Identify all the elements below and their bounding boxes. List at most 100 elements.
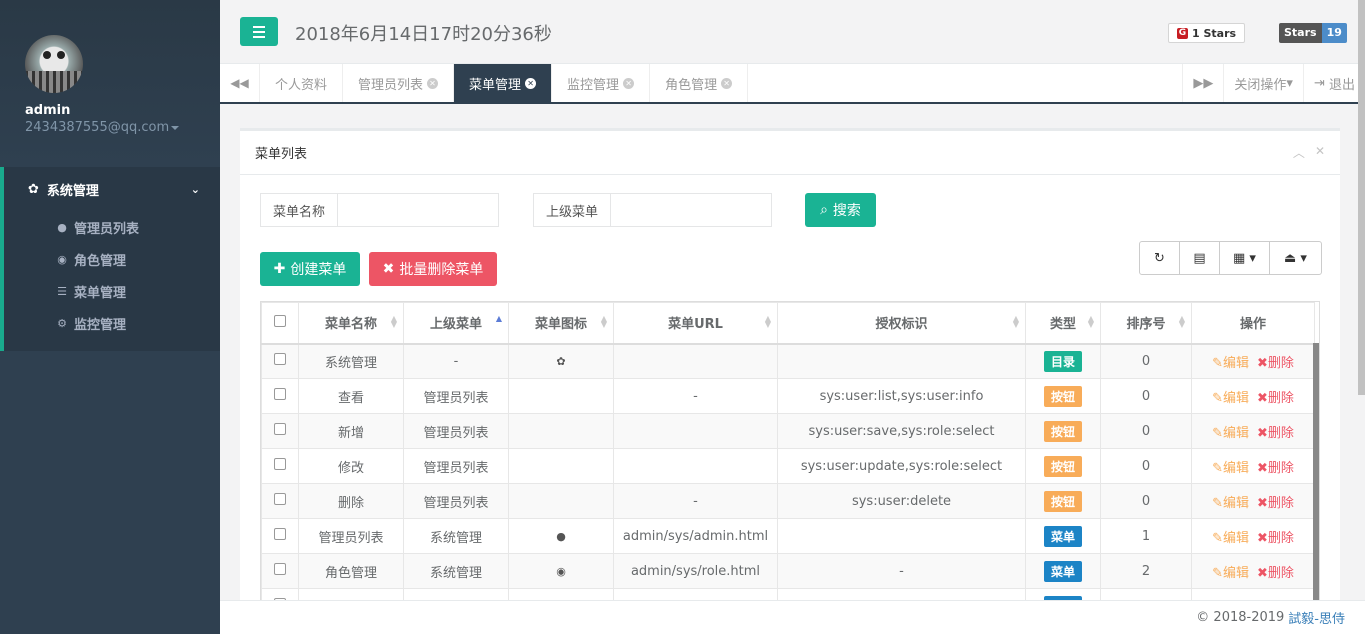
cell-icon — [508, 413, 614, 449]
cell-parent: 管理员列表 — [403, 378, 509, 414]
user-icon: ● — [556, 529, 566, 543]
tab-label: 管理员列表 — [358, 77, 424, 93]
tab-scroll-left-button[interactable]: ◀◀ — [220, 64, 260, 102]
edit-link[interactable]: ✎编辑 — [1212, 426, 1249, 441]
delete-link[interactable]: ✖删除 — [1257, 496, 1294, 511]
edit-link[interactable]: ✎编辑 — [1212, 391, 1249, 406]
menu-table: 菜单名称 ▲ ▼ 上级菜单 ▲ 菜单图标 ▲ ▼ 菜单URL ▲ ▼ 授权标识 ▲ ▼ 类型 ▲ ▼ … — [261, 302, 1315, 610]
edit-link[interactable]: ✎编辑 — [1212, 461, 1249, 476]
close-icon[interactable]: ✕ — [427, 77, 439, 89]
column-header[interactable]: 菜单图标 ▲ ▼ — [508, 302, 614, 345]
row-checkbox[interactable] — [261, 448, 299, 484]
avatar[interactable] — [25, 35, 83, 93]
nav-section-label: 系统管理 — [46, 183, 99, 199]
tab-role[interactable]: 角色管理 ✕ — [650, 64, 749, 102]
edit-link[interactable]: ✎编辑 — [1212, 531, 1249, 546]
sidebar-item-menu[interactable]: ☰ 菜单管理 — [4, 275, 220, 307]
column-header[interactable]: 授权标识 ▲ ▼ — [777, 302, 1026, 345]
row-checkbox[interactable] — [261, 378, 299, 414]
tab-menu[interactable]: 菜单管理 ✕ — [454, 64, 553, 102]
edit-label: 编辑 — [1222, 425, 1249, 441]
delete-label: 删除 — [1267, 460, 1294, 476]
tab-monitor[interactable]: 监控管理 ✕ — [552, 64, 651, 102]
close-icon[interactable]: ✕ — [623, 77, 635, 89]
column-header[interactable]: 菜单名称 ▲ ▼ — [298, 302, 404, 345]
grid-icon: ▦ ▾ — [1233, 250, 1256, 266]
delete-link[interactable]: ✖删除 — [1257, 426, 1294, 441]
row-checkbox[interactable] — [261, 518, 299, 554]
export-icon: ⏏ ▾ — [1284, 250, 1307, 266]
delete-link[interactable]: ✖删除 — [1257, 461, 1294, 476]
edit-link[interactable]: ✎编辑 — [1212, 356, 1249, 371]
menu-name-input[interactable] — [338, 194, 499, 226]
menu-toggle-button[interactable] — [240, 17, 278, 46]
row-checkbox[interactable] — [261, 553, 299, 589]
tab-profile[interactable]: 个人资料 — [260, 64, 344, 102]
footer-link[interactable]: 試毅-思侍 — [1288, 608, 1345, 627]
select-all-checkbox[interactable] — [261, 302, 299, 345]
delete-link[interactable]: ✖删除 — [1257, 531, 1294, 546]
page-scrollbar[interactable] — [1358, 0, 1365, 395]
create-menu-button[interactable]: ✚ 创建菜单 — [260, 252, 360, 286]
close-ops-dropdown[interactable]: 关闭操作 ▾ — [1223, 64, 1303, 102]
close-icon[interactable]: ✕ — [1315, 144, 1325, 161]
cell-name: 管理员列表 — [298, 518, 404, 554]
refresh-button[interactable]: ↻ — [1140, 242, 1180, 274]
close-icon[interactable]: ✕ — [525, 77, 537, 89]
x-icon: ✖ — [1257, 390, 1268, 406]
sidebar-item-role[interactable]: ◉ 角色管理 — [4, 243, 220, 275]
delete-link[interactable]: ✖删除 — [1257, 356, 1294, 371]
tab-admin-list[interactable]: 管理员列表 ✕ — [343, 64, 455, 102]
cell-type: 按钮 — [1025, 413, 1101, 449]
table-row[interactable]: 角色管理 系统管理 ◉ admin/sys/role.html - 菜单 2 ✎编辑 ✖删除 — [261, 553, 1315, 589]
user-icon: ● — [57, 220, 67, 234]
collapse-icon[interactable]: ︿ — [1293, 144, 1305, 161]
sidebar-item-monitor[interactable]: ⚙ 监控管理 — [4, 307, 220, 339]
column-label: 类型 — [1049, 317, 1076, 333]
github-stars-badge[interactable]: Stars 19 — [1279, 23, 1347, 43]
cell-icon — [508, 483, 614, 519]
batch-delete-button[interactable]: ✖ 批量删除菜单 — [369, 252, 497, 286]
table-row[interactable]: 新增 管理员列表 sys:user:save,sys:role:select 按钮 0 ✎… — [261, 413, 1315, 449]
table-row[interactable]: 查看 管理员列表 - sys:user:list,sys:user:info 按钮 0 ✎编… — [261, 378, 1315, 414]
cell-actions: ✎编辑 ✖删除 — [1191, 518, 1315, 554]
column-header[interactable]: 排序号 ▲ ▼ — [1100, 302, 1192, 345]
logout-icon: ⇥ — [1313, 75, 1325, 91]
column-header[interactable]: 菜单URL ▲ ▼ — [613, 302, 778, 345]
toggle-view-button[interactable]: ▤ — [1180, 242, 1220, 274]
columns-button[interactable]: ▦ ▾ — [1220, 242, 1270, 274]
close-icon[interactable]: ✕ — [721, 77, 733, 89]
user-email-dropdown[interactable]: 2434387555@qq.com — [25, 120, 195, 135]
x-icon: ✖ — [1257, 565, 1268, 581]
sidebar-item-admin-list[interactable]: ● 管理员列表 — [4, 211, 220, 243]
table-row[interactable]: 管理员列表 系统管理 ● admin/sys/admin.html 菜单 1 ✎编辑 ✖删除 — [261, 518, 1315, 554]
row-checkbox[interactable] — [261, 413, 299, 449]
row-checkbox[interactable] — [261, 343, 299, 379]
search-button[interactable]: ⌕ 搜索 — [805, 193, 876, 227]
delete-link[interactable]: ✖删除 — [1257, 566, 1294, 581]
cell-actions: ✎编辑 ✖删除 — [1191, 413, 1315, 449]
column-label: 排序号 — [1126, 317, 1166, 333]
parent-menu-input[interactable] — [611, 194, 772, 226]
table-row[interactable]: 修改 管理员列表 sys:user:update,sys:role:select 按钮… — [261, 448, 1315, 484]
gitee-stars-badge[interactable]: G 1 Stars — [1168, 23, 1246, 43]
table-scrollbar[interactable] — [1313, 343, 1319, 611]
table-row[interactable]: 系统管理 - ✿ 目录 0 ✎编辑 ✖删除 — [261, 343, 1315, 379]
nav-section-header[interactable]: ✿ 系统管理 ⌄ — [4, 167, 220, 211]
table-row[interactable]: 删除 管理员列表 - sys:user:delete 按钮 0 ✎编辑 ✖删除 — [261, 483, 1315, 519]
edit-link[interactable]: ✎编辑 — [1212, 566, 1249, 581]
edit-icon: ✎ — [1212, 355, 1223, 371]
column-header[interactable]: 类型 ▲ ▼ — [1025, 302, 1101, 345]
delete-link[interactable]: ✖删除 — [1257, 391, 1294, 406]
column-header[interactable]: 上级菜单 ▲ — [403, 302, 509, 345]
footer: © 2018-2019 試毅-思侍 — [220, 600, 1365, 634]
cogs-icon: ⚙ — [57, 316, 67, 330]
logout-button[interactable]: ⇥ 退出 — [1302, 64, 1365, 102]
x-icon: ✖ — [1257, 460, 1268, 476]
delete-label: 删除 — [1267, 390, 1294, 406]
edit-link[interactable]: ✎编辑 — [1212, 496, 1249, 511]
tab-label: 个人资料 — [275, 77, 328, 93]
row-checkbox[interactable] — [261, 483, 299, 519]
tab-scroll-right-button[interactable]: ▶▶ — [1182, 64, 1223, 102]
export-button[interactable]: ⏏ ▾ — [1270, 242, 1321, 274]
